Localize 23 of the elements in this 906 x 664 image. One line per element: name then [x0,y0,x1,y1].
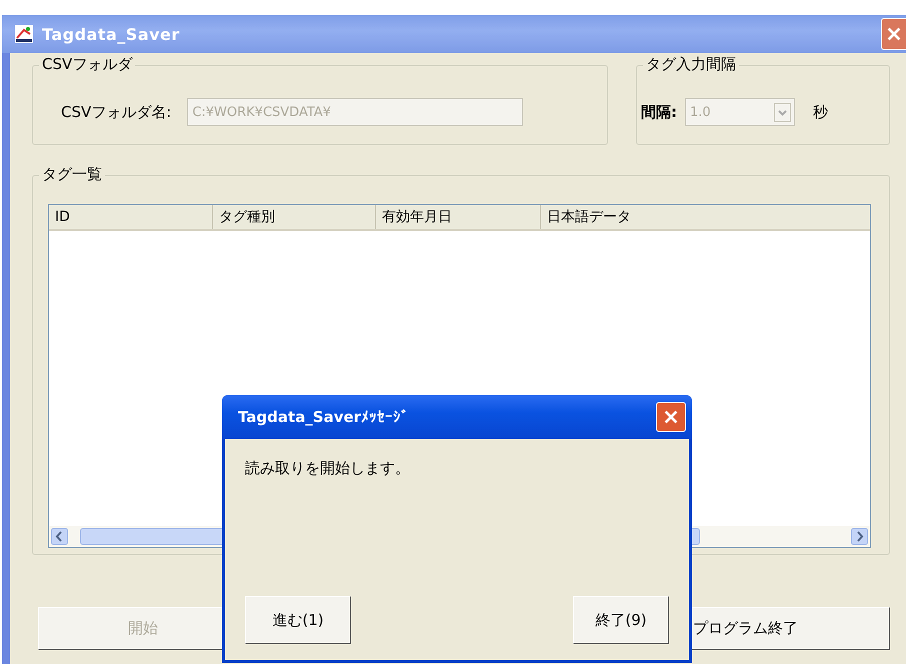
column-header[interactable]: ID [49,205,213,229]
dialog-button[interactable]: 進む(1) [245,596,351,644]
scroll-right-icon[interactable] [851,528,868,545]
field-label: 間隔: [641,102,677,122]
unit-label: 秒 [813,102,828,122]
dialog-message: 読み取りを開始します。 [245,459,411,478]
field-label: CSVフォルダ名: [61,102,172,122]
scroll-left-icon[interactable] [51,528,68,545]
close-button[interactable] [656,402,686,432]
column-header[interactable]: 有効年月日 [376,205,541,229]
close-button[interactable] [881,18,906,50]
dialog-button[interactable]: 終了(9) [573,596,669,644]
window-title: Tagdata_Saver [42,24,180,44]
column-header[interactable]: 日本語データ [541,205,870,229]
close-icon [662,408,680,426]
app-icon [14,24,34,44]
group-label: CSVフォルダ [39,55,136,74]
close-icon [885,25,903,43]
group-label: タグ一覧 [39,165,105,184]
group-label: タグ入力間隔 [643,55,739,74]
column-header[interactable]: タグ種別 [213,205,376,229]
dialog-title: Tagdata_Saverﾒｯｾｰｼﾞ [238,408,410,426]
action-button[interactable]: プログラム終了 [690,607,890,650]
